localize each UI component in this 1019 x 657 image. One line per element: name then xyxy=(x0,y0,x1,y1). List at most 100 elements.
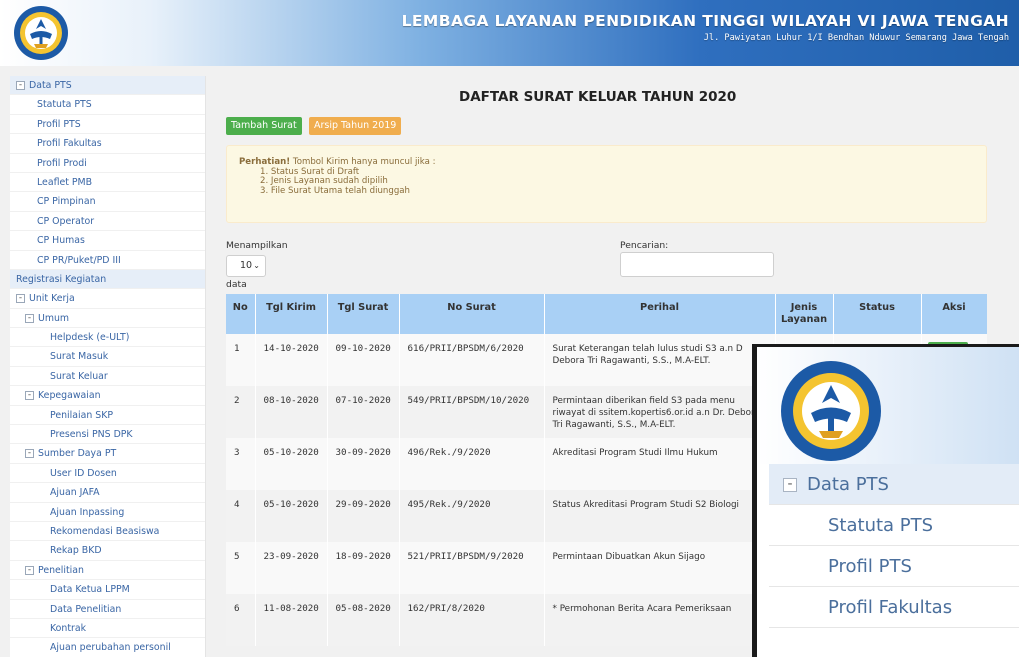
collapse-toggle-icon[interactable]: - xyxy=(16,294,25,304)
sidebar-item-label: Registrasi Kegiatan xyxy=(16,273,107,285)
cell-perihal: Akreditasi Program Studi Ilmu Hukum xyxy=(544,438,776,490)
cell-perihal: Status Akreditasi Program Studi S2 Biolo… xyxy=(544,490,776,542)
sidebar-item-sumber-daya-pt[interactable]: - Sumber Daya PT xyxy=(10,444,205,464)
sidebar-item-label: Profil Prodi xyxy=(37,157,87,169)
institution-address: Jl. Pawiyatan Luhur 1/I Bendhan Nduwur S… xyxy=(703,33,1009,43)
sidebar-item-ajuan-perubahan-personil[interactable]: Ajuan perubahan personil xyxy=(10,638,205,657)
sidebar-item-unit-kerja[interactable]: - Unit Kerja xyxy=(10,289,205,309)
collapse-toggle-icon[interactable]: - xyxy=(25,391,34,401)
sidebar-item-cp-humas[interactable]: CP Humas xyxy=(10,231,205,251)
tut-wuri-handayani-logo-icon[interactable] xyxy=(10,4,72,62)
cell-tgl-kirim: 23-09-2020 xyxy=(255,542,328,594)
collapse-toggle-icon[interactable]: - xyxy=(783,477,797,492)
sidebar-menu: - Data PTS Statuta PTS Profil PTS Profil Fak… xyxy=(10,76,206,657)
sidebar-item-cp-operator[interactable]: CP Operator xyxy=(10,212,205,232)
cell-tgl-surat: 30-09-2020 xyxy=(327,438,400,490)
cell-no-surat: 521/PRII/BPSDM/9/2020 xyxy=(399,542,545,594)
table-header-row: No Tgl Kirim Tgl Surat No Surat Perihal … xyxy=(226,294,987,334)
sidebar-item-label: Penelitian xyxy=(38,564,84,576)
sidebar-item-label: CP Pimpinan xyxy=(37,196,96,208)
cell-tgl-kirim: 05-10-2020 xyxy=(255,490,328,542)
inset-sidebar-item-statuta-pts[interactable]: Statuta PTS xyxy=(769,505,1019,546)
sidebar-item-profil-fakultas[interactable]: Profil Fakultas xyxy=(10,134,205,154)
search-label: Pencarian: xyxy=(620,240,669,251)
zoom-inset: - Data PTS Statuta PTS Profil PTS Profil Fak… xyxy=(752,344,1019,657)
sidebar-item-kepegawaian[interactable]: - Kepegawaian xyxy=(10,386,205,406)
sidebar-item-label: Surat Masuk xyxy=(50,351,109,363)
collapse-toggle-icon[interactable]: - xyxy=(25,565,34,575)
column-header-aksi[interactable]: Aksi xyxy=(921,294,987,334)
column-header-no[interactable]: No xyxy=(226,294,256,334)
sidebar-item-user-id-dosen[interactable]: User ID Dosen xyxy=(10,464,205,484)
add-letter-button[interactable]: Tambah Surat xyxy=(226,117,302,135)
sidebar-item-label: Data Ketua LPPM xyxy=(50,584,130,596)
sidebar-item-cp-pimpinan[interactable]: CP Pimpinan xyxy=(10,192,205,212)
sidebar-item-data-ketua-lppm[interactable]: Data Ketua LPPM xyxy=(10,580,205,600)
inset-sidebar-item-label: Profil PTS xyxy=(828,556,912,577)
column-header-perihal[interactable]: Perihal xyxy=(544,294,776,334)
sidebar-item-surat-masuk[interactable]: Surat Masuk xyxy=(10,347,205,367)
column-header-tgl-surat[interactable]: Tgl Surat xyxy=(327,294,400,334)
page-length-select[interactable]: 10 ⌄ xyxy=(226,255,266,277)
sidebar-item-cp-pr-puket-pd-iii[interactable]: CP PR/Puket/PD III xyxy=(10,251,205,270)
collapse-toggle-icon[interactable]: - xyxy=(25,313,34,323)
inset-sidebar-item-data-pts[interactable]: - Data PTS xyxy=(769,464,1019,505)
cell-perihal: Surat Keterangan telah lulus studi S3 a.… xyxy=(544,334,776,386)
sidebar-item-label: Statuta PTS xyxy=(37,99,92,111)
sidebar-item-kontrak[interactable]: Kontrak xyxy=(10,619,205,639)
page-length-suffix: data xyxy=(226,279,247,290)
sidebar-item-rekap-bkd[interactable]: Rekap BKD xyxy=(10,541,205,561)
sidebar-item-registrasi-kegiatan[interactable]: Registrasi Kegiatan xyxy=(10,269,205,290)
sidebar-item-data-penelitian[interactable]: Data Penelitian xyxy=(10,600,205,619)
collapse-toggle-icon[interactable]: - xyxy=(16,81,25,90)
sidebar-item-penilaian-skp[interactable]: Penilaian SKP xyxy=(10,406,205,426)
sidebar-item-penelitian[interactable]: - Penelitian xyxy=(10,561,205,581)
sidebar-item-label: Surat Keluar xyxy=(50,370,108,382)
inset-header xyxy=(757,347,1019,464)
sidebar-item-statuta-pts[interactable]: Statuta PTS xyxy=(10,95,205,115)
sidebar-item-label: Ajuan JAFA xyxy=(50,487,100,499)
sidebar-item-ajuan-jafa[interactable]: Ajuan JAFA xyxy=(10,483,205,503)
collapse-toggle-icon[interactable]: - xyxy=(25,449,34,459)
sidebar-item-label: Sumber Daya PT xyxy=(38,448,117,460)
column-header-status[interactable]: Status xyxy=(833,294,922,334)
sidebar-item-helpdesk-e-ult[interactable]: Helpdesk (e-ULT) xyxy=(10,328,205,348)
inset-sidebar: - Data PTS Statuta PTS Profil PTS Profil Fak… xyxy=(769,464,1019,628)
sidebar-item-label: Helpdesk (e-ULT) xyxy=(50,332,130,344)
notice-item: 3. File Surat Utama telah diunggah xyxy=(260,185,410,196)
sidebar-item-label: Rekomendasi Beasiswa xyxy=(50,525,160,537)
search-input[interactable] xyxy=(620,252,774,277)
cell-tgl-kirim: 14-10-2020 xyxy=(255,334,328,386)
sidebar-item-surat-keluar[interactable]: Surat Keluar xyxy=(10,367,205,387)
inset-sidebar-item-profil-fakultas[interactable]: Profil Fakultas xyxy=(769,587,1019,628)
column-header-tgl-kirim[interactable]: Tgl Kirim xyxy=(255,294,328,334)
sidebar-item-label: Kepegawaian xyxy=(38,390,101,402)
cell-tgl-surat: 29-09-2020 xyxy=(327,490,400,542)
inset-sidebar-item-label: Statuta PTS xyxy=(828,515,934,536)
sidebar-item-ajuan-inpassing[interactable]: Ajuan Inpassing xyxy=(10,503,205,522)
sidebar-item-profil-prodi[interactable]: Profil Prodi xyxy=(10,154,205,173)
sidebar-item-profil-pts[interactable]: Profil PTS xyxy=(10,115,205,135)
sidebar-item-rekomendasi-beasiswa[interactable]: Rekomendasi Beasiswa xyxy=(10,522,205,542)
column-header-jenis-layanan[interactable]: Jenis Layanan xyxy=(775,294,834,334)
institution-title: LEMBAGA LAYANAN PENDIDIKAN TINGGI WILAYA… xyxy=(401,12,1009,30)
inset-sidebar-item-profil-pts[interactable]: Profil PTS xyxy=(769,546,1019,587)
sidebar-item-leaflet-pmb[interactable]: Leaflet PMB xyxy=(10,173,205,193)
notice-text: Tombol Kirim hanya muncul jika : xyxy=(290,157,436,167)
sidebar-item-presensi-pns-dpk[interactable]: Presensi PNS DPK xyxy=(10,425,205,445)
cell-tgl-surat: 07-10-2020 xyxy=(327,386,400,438)
column-header-no-surat[interactable]: No Surat xyxy=(399,294,545,334)
sidebar-item-label: Ajuan Inpassing xyxy=(50,506,125,518)
cell-tgl-kirim: 08-10-2020 xyxy=(255,386,328,438)
inset-sidebar-item-label: Profil Fakultas xyxy=(828,597,953,618)
sidebar-item-label: Data Penelitian xyxy=(50,603,122,615)
cell-no: 4 xyxy=(226,490,256,542)
sidebar-item-umum[interactable]: - Umum xyxy=(10,309,205,329)
cell-tgl-kirim: 11-08-2020 xyxy=(255,594,328,646)
cell-no-surat: 549/PRII/BPSDM/10/2020 xyxy=(399,386,545,438)
cell-no: 5 xyxy=(226,542,256,594)
sidebar-item-data-pts[interactable]: - Data PTS xyxy=(10,76,205,96)
archive-2019-button[interactable]: Arsip Tahun 2019 xyxy=(309,117,402,135)
sidebar-item-label: CP PR/Puket/PD III xyxy=(37,254,121,266)
cell-no: 3 xyxy=(226,438,256,490)
